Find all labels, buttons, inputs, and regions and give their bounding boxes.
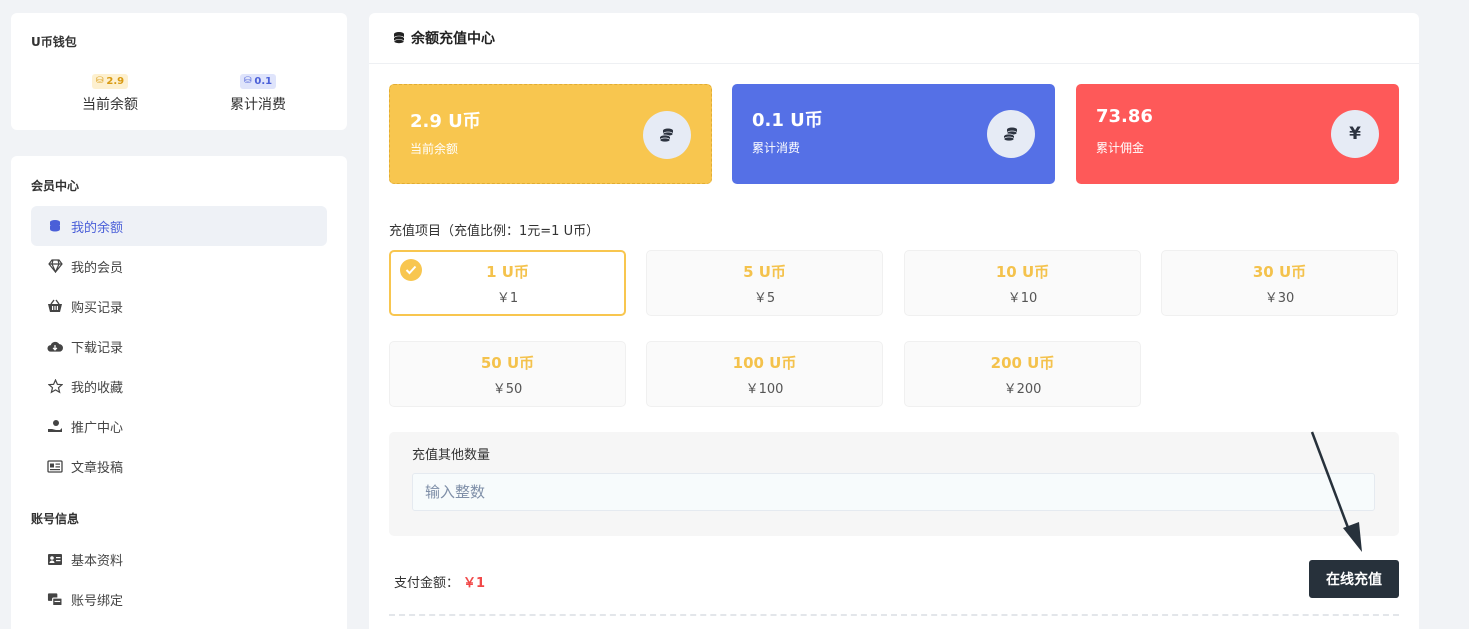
wallet-card: U币钱包 ⛁ 2.9 当前余额 ⛁ 0.1 累计消费 <box>11 13 347 130</box>
recharge-option-100[interactable]: 100 U币 ￥100 <box>646 341 883 407</box>
member-center-title: 会员中心 <box>31 179 80 193</box>
recharge-option-50[interactable]: 50 U币 ￥50 <box>389 341 626 407</box>
spent-badge-value: 0.1 <box>254 75 273 87</box>
id-card-icon <box>47 551 63 567</box>
cloud-download-icon <box>47 338 63 354</box>
balance-value: 2.9 U币 <box>410 111 481 132</box>
panel-header: 余额充值中心 <box>369 13 1419 64</box>
option-price: ￥50 <box>492 382 523 397</box>
option-amount: 5 U币 <box>743 263 786 281</box>
menu-item-membership[interactable]: 我的会员 <box>31 246 327 286</box>
menu-item-favorites[interactable]: 我的收藏 <box>31 366 327 406</box>
menu-item-label: 购买记录 <box>71 300 124 316</box>
wallet-balance: ⛁ 2.9 当前余额 <box>50 68 170 114</box>
option-amount: 200 U币 <box>990 354 1055 372</box>
spent-label: 累计消费 <box>230 96 286 113</box>
menu-item-balance[interactable]: 我的余额 <box>31 206 327 246</box>
option-amount: 100 U币 <box>732 354 797 372</box>
option-price: ￥30 <box>1264 291 1295 306</box>
check-icon <box>400 259 422 281</box>
option-price: ￥1 <box>496 291 519 306</box>
coins-icon <box>392 31 406 45</box>
recharge-items-label: 充值项目（充值比例：1元=1 U币） <box>389 224 600 239</box>
option-amount: 10 U币 <box>995 263 1050 281</box>
recharge-option-200[interactable]: 200 U币 ￥200 <box>904 341 1141 407</box>
wallet-spent: ⛁ 0.1 累计消费 <box>198 68 318 114</box>
balance-label: 当前余额 <box>82 96 138 113</box>
basket-icon <box>47 298 63 314</box>
commission-card: 73.86 累计佣金 ¥ <box>1076 84 1399 184</box>
yen-icon: ¥ <box>1331 110 1379 158</box>
menu-item-label: 基本资料 <box>71 553 124 569</box>
menu-item-downloads[interactable]: 下载记录 <box>31 326 327 366</box>
coins-icon <box>987 110 1035 158</box>
balance-card-label: 当前余额 <box>410 142 459 156</box>
account-info-title: 账号信息 <box>31 512 80 526</box>
account-link-icon <box>47 591 63 607</box>
recharge-panel: 余额充值中心 2.9 U币 当前余额 0.1 U币 累计消费 73.86 累计佣… <box>369 13 1419 629</box>
recharge-option-5[interactable]: 5 U币 ￥5 <box>646 250 883 316</box>
pay-amount-value: ￥1 <box>463 576 486 591</box>
spent-value: 0.1 U币 <box>752 110 823 131</box>
option-price: ￥100 <box>745 382 784 397</box>
hand-coin-icon <box>47 418 63 434</box>
menu-item-submit-article[interactable]: 文章投稿 <box>31 446 327 486</box>
menu-item-label: 我的余额 <box>71 220 124 236</box>
menu-item-promotion[interactable]: 推广中心 <box>31 406 327 446</box>
panel-title: 余额充值中心 <box>411 31 495 47</box>
recharge-option-30[interactable]: 30 U币 ￥30 <box>1161 250 1398 316</box>
menu-item-label: 下载记录 <box>71 340 124 356</box>
pay-amount-row: 支付金额： ￥1 <box>394 572 485 591</box>
balance-badge-value: 2.9 <box>106 75 125 87</box>
balance-card: 2.9 U币 当前余额 <box>389 84 712 184</box>
menu-item-profile[interactable]: 基本资料 <box>31 539 327 579</box>
custom-amount-box: 充值其他数量 <box>389 432 1399 536</box>
menu-item-purchases[interactable]: 购买记录 <box>31 286 327 326</box>
option-price: ￥5 <box>753 291 776 306</box>
divider <box>389 614 1399 616</box>
spent-badge: ⛁ 0.1 <box>239 73 277 89</box>
option-price: ￥10 <box>1007 291 1038 306</box>
recharge-option-1[interactable]: 1 U币 ￥1 <box>389 250 626 316</box>
coins-icon <box>643 111 691 159</box>
option-amount: 30 U币 <box>1252 263 1307 281</box>
commission-card-label: 累计佣金 <box>1096 141 1145 155</box>
diamond-icon <box>47 258 63 274</box>
user-menu: 会员中心 我的余额 我的会员 购买记录 下载记录 我的收藏 推广中心 文章投稿 … <box>11 156 347 629</box>
spent-card: 0.1 U币 累计消费 <box>732 84 1055 184</box>
option-price: ￥200 <box>1003 382 1042 397</box>
recharge-option-10[interactable]: 10 U币 ￥10 <box>904 250 1141 316</box>
menu-item-account-binding[interactable]: 账号绑定 <box>31 579 327 619</box>
menu-item-label: 账号绑定 <box>71 593 124 609</box>
custom-amount-input[interactable] <box>412 473 1375 511</box>
online-recharge-button[interactable]: 在线充值 <box>1309 560 1399 598</box>
coins-icon <box>47 218 63 234</box>
menu-item-label: 文章投稿 <box>71 460 124 476</box>
option-amount: 1 U币 <box>486 263 529 281</box>
spent-card-label: 累计消费 <box>752 141 801 155</box>
pay-amount-label: 支付金额： <box>394 576 460 591</box>
newspaper-icon <box>47 458 63 474</box>
menu-item-label: 我的会员 <box>71 260 124 276</box>
coins-icon: ⛁ <box>95 76 104 86</box>
balance-badge: ⛁ 2.9 <box>91 73 129 89</box>
custom-amount-title: 充值其他数量 <box>412 448 491 463</box>
menu-item-label: 我的收藏 <box>71 380 124 396</box>
wallet-title: U币钱包 <box>31 35 77 49</box>
menu-item-label: 推广中心 <box>71 420 124 436</box>
commission-value: 73.86 <box>1096 106 1153 127</box>
option-amount: 50 U币 <box>480 354 535 372</box>
star-icon <box>47 378 63 394</box>
coins-icon: ⛁ <box>243 76 252 86</box>
